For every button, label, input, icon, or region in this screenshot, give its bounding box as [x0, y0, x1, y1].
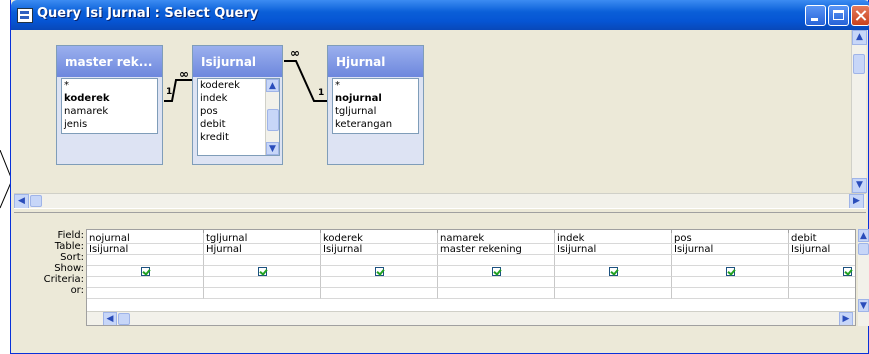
relation-one-label: 1: [318, 88, 325, 98]
query-design-grid: nojurnal Isijurnal tgljurnal Hjurnal koderek…: [86, 229, 856, 326]
grid-cell-or[interactable]: [87, 288, 204, 299]
scroll-down-icon[interactable]: ▼: [858, 299, 869, 312]
row-label-criteria: Criteria:: [43, 274, 84, 285]
scroll-down-icon[interactable]: ▼: [852, 178, 867, 193]
grid-cell-criteria[interactable]: [321, 277, 438, 288]
grid-row-labels: Field: Table: Sort: Show: Criteria: or:: [14, 230, 84, 296]
grid-cell-sort[interactable]: [204, 255, 321, 266]
show-checkbox[interactable]: [726, 267, 735, 276]
grid-cell-field[interactable]: nojurnal: [87, 233, 204, 244]
relation-one-label: 1: [166, 87, 173, 97]
grid-cell-show[interactable]: [555, 266, 672, 277]
scroll-thumb[interactable]: [30, 195, 42, 207]
upper-vertical-scrollbar[interactable]: ▲ ▼: [851, 30, 867, 193]
row-label-or: or:: [70, 285, 84, 296]
close-button[interactable]: [851, 5, 869, 26]
relationship-lines: [164, 60, 327, 102]
grid-horizontal-scrollbar[interactable]: ◀ ▶: [87, 311, 855, 325]
grid-cell-sort[interactable]: [87, 255, 204, 266]
grid-cell-sort[interactable]: [555, 255, 672, 266]
query-window: Query Isi Jurnal : Select Query master r…: [10, 0, 869, 354]
grid-cell-field[interactable]: namarek: [438, 233, 555, 244]
title-bar[interactable]: Query Isi Jurnal : Select Query: [11, 0, 869, 30]
show-checkbox[interactable]: [609, 267, 618, 276]
grid-cell-table[interactable]: Isijurnal: [789, 244, 855, 255]
grid-cell-criteria[interactable]: [87, 277, 204, 288]
grid-cell-criteria[interactable]: [438, 277, 555, 288]
relation-many-label: ∞: [290, 46, 300, 60]
scroll-right-icon[interactable]: ▶: [839, 312, 853, 325]
grid-cell-or[interactable]: [321, 288, 438, 299]
grid-cell-sort[interactable]: [789, 255, 855, 266]
show-checkbox[interactable]: [375, 267, 384, 276]
grid-cell-table[interactable]: master rekening: [438, 244, 555, 255]
grid-cell-table[interactable]: Isijurnal: [321, 244, 438, 255]
grid-cell-show[interactable]: [789, 266, 855, 277]
scroll-left-icon[interactable]: ◀: [103, 312, 117, 325]
grid-cell-or[interactable]: [438, 288, 555, 299]
row-label-show: Show:: [54, 263, 84, 274]
grid-cell-or[interactable]: [204, 288, 321, 299]
grid-cell-or[interactable]: [672, 288, 789, 299]
scroll-up-icon[interactable]: ▲: [858, 229, 869, 242]
row-label-field: Field:: [57, 230, 84, 241]
scroll-up-icon[interactable]: ▲: [852, 30, 867, 45]
grid-cell-sort[interactable]: [321, 255, 438, 266]
grid-cell-table[interactable]: Isijurnal: [555, 244, 672, 255]
row-label-sort: Sort:: [60, 252, 84, 263]
grid-cell-field[interactable]: koderek: [321, 233, 438, 244]
show-checkbox[interactable]: [843, 267, 852, 276]
grid-cell-field[interactable]: tgljurnal: [204, 233, 321, 244]
grid-cell-field[interactable]: pos: [672, 233, 789, 244]
grid-cell-table[interactable]: Isijurnal: [672, 244, 789, 255]
grid-cell-show[interactable]: [438, 266, 555, 277]
grid-cell-table[interactable]: Isijurnal: [87, 244, 204, 255]
relation-many-label: ∞: [179, 67, 189, 81]
table-pane: master rek... * koderek namarek jenis Is…: [14, 30, 867, 209]
grid-cell-sort[interactable]: [438, 255, 555, 266]
grid-cell-criteria[interactable]: [555, 277, 672, 288]
grid-cell-table[interactable]: Hjurnal: [204, 244, 321, 255]
grid-cell-show[interactable]: [672, 266, 789, 277]
minimize-button[interactable]: [805, 5, 826, 26]
grid-cell-show[interactable]: [87, 266, 204, 277]
grid-cell-field[interactable]: indek: [555, 233, 672, 244]
grid-cell-show[interactable]: [204, 266, 321, 277]
grid-cell-criteria[interactable]: [672, 277, 789, 288]
grid-cell-or[interactable]: [555, 288, 672, 299]
show-checkbox[interactable]: [492, 267, 501, 276]
grid-cell-field[interactable]: debit: [789, 233, 855, 244]
design-grid-pane: Field: Table: Sort: Show: Criteria: or: …: [14, 213, 869, 343]
grid-cell-criteria[interactable]: [204, 277, 321, 288]
scroll-left-icon[interactable]: ◀: [14, 194, 29, 209]
upper-horizontal-scrollbar[interactable]: ◀ ▶: [14, 193, 866, 209]
query-icon: [17, 8, 33, 23]
maximize-button[interactable]: [828, 5, 849, 26]
grid-vertical-scrollbar[interactable]: ▲ ▼: [858, 229, 869, 326]
window-title: Query Isi Jurnal : Select Query: [37, 6, 259, 21]
grid-cell-show[interactable]: [321, 266, 438, 277]
scroll-thumb[interactable]: [858, 243, 869, 255]
show-checkbox[interactable]: [258, 267, 267, 276]
grid-cell-sort[interactable]: [672, 255, 789, 266]
row-label-table: Table:: [54, 241, 84, 252]
scroll-thumb[interactable]: [853, 54, 865, 74]
scroll-thumb[interactable]: [118, 313, 130, 325]
show-checkbox[interactable]: [141, 267, 150, 276]
scroll-right-icon[interactable]: ▶: [849, 194, 864, 209]
grid-cell-criteria[interactable]: [789, 277, 855, 288]
grid-cell-or[interactable]: [789, 288, 855, 299]
